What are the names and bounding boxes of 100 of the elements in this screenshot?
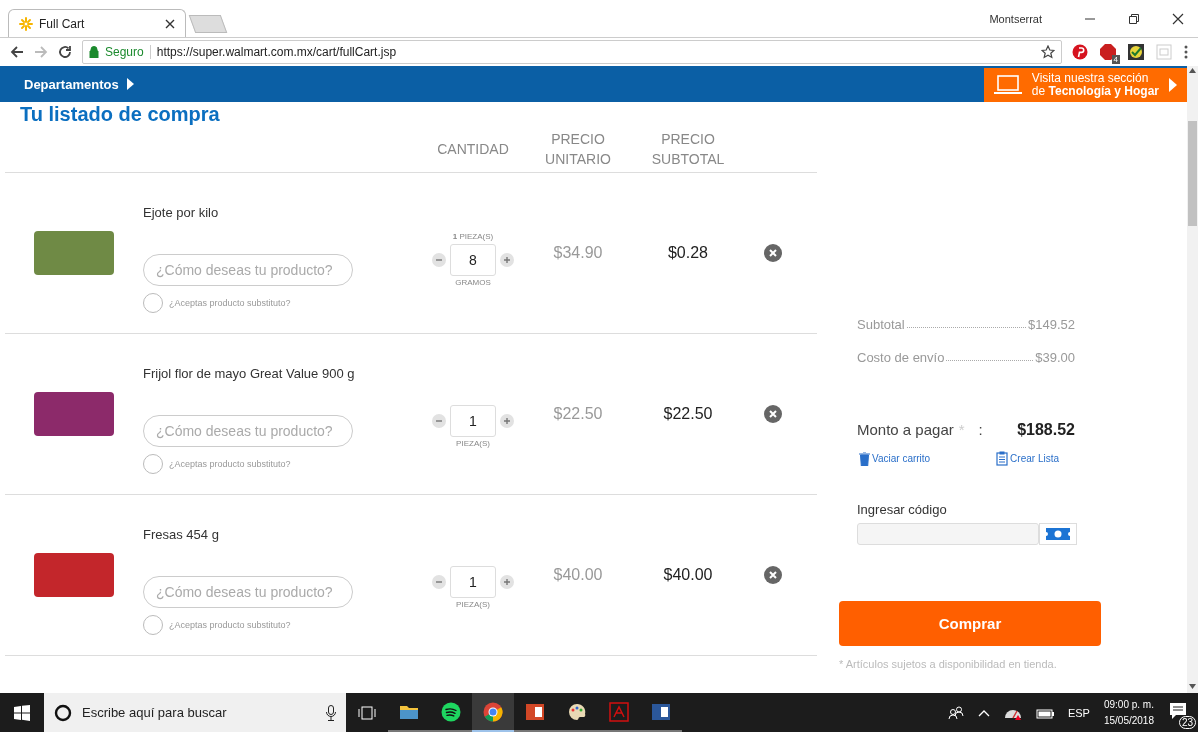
note-field[interactable]: ¿Cómo deseas tu producto? (143, 576, 353, 608)
unit-label: PIEZA(S) (456, 438, 490, 448)
unit-label: PIEZA(S) (456, 599, 490, 609)
remove-icon[interactable] (764, 566, 782, 584)
unit-price: $22.50 (553, 405, 603, 423)
unit-price: $34.90 (553, 244, 603, 262)
pin-icon[interactable] (1072, 44, 1088, 60)
star-icon[interactable] (1041, 45, 1055, 59)
sparkle-icon (19, 16, 33, 31)
quantity-field[interactable]: 1 (450, 404, 496, 437)
pdf-icon (609, 701, 629, 722)
notification-count: 23 (1178, 715, 1196, 729)
circle-icon (54, 703, 72, 722)
presentation-icon (525, 701, 545, 722)
column-header: CANTIDAD (436, 140, 510, 159)
document-icon (651, 701, 671, 722)
battery-icon[interactable] (1035, 706, 1054, 719)
down-arrow-icon (1188, 682, 1197, 691)
summary-value: $149.52 (1028, 317, 1075, 332)
promo-text: Visita nuestra sección (1031, 72, 1150, 85)
page-title: Tu listado de compra (20, 102, 221, 126)
chevron-up-icon[interactable] (977, 708, 990, 717)
product-name[interactable]: Fresas 454 g (143, 527, 423, 542)
reload-icon[interactable] (58, 45, 72, 59)
spotify-icon (441, 701, 461, 722)
quantity-field[interactable]: 8 (450, 243, 496, 276)
checkmark-icon[interactable] (1128, 44, 1144, 60)
clock-date[interactable]: 15/05/2018 (1103, 712, 1154, 729)
note-field[interactable]: ¿Cómo deseas tu producto? (143, 415, 353, 447)
empty-cart-link[interactable]: Vaciar carrito (859, 451, 931, 466)
extension-badge: 4 (1111, 55, 1120, 64)
people-icon[interactable] (947, 705, 964, 720)
code-label: Ingresar código (857, 502, 948, 517)
column-header: PRECIO UNITARIO (544, 130, 612, 169)
close-icon[interactable] (1172, 12, 1184, 25)
chrome-icon (483, 701, 503, 722)
back-icon[interactable] (10, 45, 24, 59)
palette-icon (567, 701, 587, 722)
subtotal-price: $40.00 (663, 566, 713, 584)
summary-label: Costo de envío (857, 350, 945, 365)
scrollbar-thumb[interactable] (1188, 121, 1197, 226)
lock-icon (89, 46, 99, 58)
profile-name[interactable]: Montserrat (989, 12, 1042, 25)
scrollbar[interactable] (1187, 66, 1198, 693)
subtotal-price: $0.28 (667, 244, 708, 262)
summary-value: $39.00 (1035, 350, 1075, 365)
create-list-link[interactable]: Crear Lista (996, 451, 1059, 466)
substitute-label: ¿Aceptas producto substituto? (169, 298, 291, 308)
caret-icon (126, 78, 134, 90)
windows-icon (14, 704, 30, 721)
adblock-extension[interactable]: 4 (1100, 44, 1116, 60)
remove-icon[interactable] (764, 244, 782, 262)
menu-icon[interactable] (1184, 45, 1188, 59)
plus-icon[interactable] (500, 252, 514, 267)
taskbar-search[interactable]: Escribe aquí para buscar (44, 693, 346, 732)
ticket-icon (1046, 528, 1070, 540)
minus-icon[interactable] (432, 413, 446, 428)
minus-icon[interactable] (432, 574, 446, 589)
coupon-button[interactable] (1039, 523, 1077, 545)
column-header: PRECIO SUBTOTAL (650, 130, 726, 169)
browser-tab[interactable]: Full Cart (8, 9, 186, 37)
product-name[interactable]: Frijol flor de mayo Great Value 900 g (143, 366, 423, 381)
taskbar-app[interactable] (472, 693, 514, 732)
secure-label: Seguro (105, 45, 144, 59)
stop-sign-icon (1100, 44, 1116, 60)
subtotal-price: $22.50 (663, 405, 713, 423)
close-icon[interactable] (165, 18, 175, 29)
total-label: Monto a pagar (857, 421, 954, 438)
url-text: https://super.walmart.com.mx/cart/fullCart.jsp (156, 45, 397, 59)
remove-icon[interactable] (764, 405, 782, 423)
address-bar[interactable]: Seguro https://super.walmart.com.mx/cart/fullCart.jsp (82, 40, 1062, 64)
colon: : (978, 421, 983, 438)
up-arrow-icon (1188, 66, 1197, 75)
language-indicator[interactable]: ESP (1067, 706, 1090, 719)
code-field[interactable] (857, 523, 1039, 545)
search-placeholder: Escribe aquí para buscar (82, 705, 228, 720)
clock-time[interactable]: 09:00 p. m. (1103, 696, 1154, 713)
task-view-icon (358, 705, 376, 720)
quantity-field[interactable]: 1 (450, 565, 496, 598)
substitute-label: ¿Aceptas producto substituto? (169, 620, 291, 630)
plus-icon[interactable] (500, 574, 514, 589)
plus-icon[interactable] (500, 413, 514, 428)
departments-menu[interactable]: Departamentos (0, 75, 140, 93)
unit-label: GRAMOS (455, 277, 491, 287)
product-name[interactable]: Ejote por kilo (143, 205, 423, 220)
substitute-label: ¿Aceptas producto substituto? (169, 459, 291, 469)
disclaimer-text: * Artículos sujetos a disponibilidad en tienda. (839, 658, 1058, 670)
quantity-label: 1 PIEZA(S) (452, 231, 494, 242)
promo-text: de Tecnología y Hogar (1031, 85, 1159, 98)
unit-price: $40.00 (553, 566, 603, 584)
minus-icon[interactable] (432, 252, 446, 267)
microphone-icon (326, 704, 336, 721)
trash-icon (859, 451, 870, 466)
laptop-icon (993, 75, 1022, 95)
restore-icon[interactable] (1128, 12, 1140, 25)
clipboard-icon (996, 451, 1009, 466)
note-field[interactable]: ¿Cómo deseas tu producto? (143, 254, 353, 286)
tab-title: Full Cart (39, 16, 86, 31)
total-amount: $188.52 (1017, 421, 1075, 439)
summary-label: Subtotal (857, 317, 905, 332)
